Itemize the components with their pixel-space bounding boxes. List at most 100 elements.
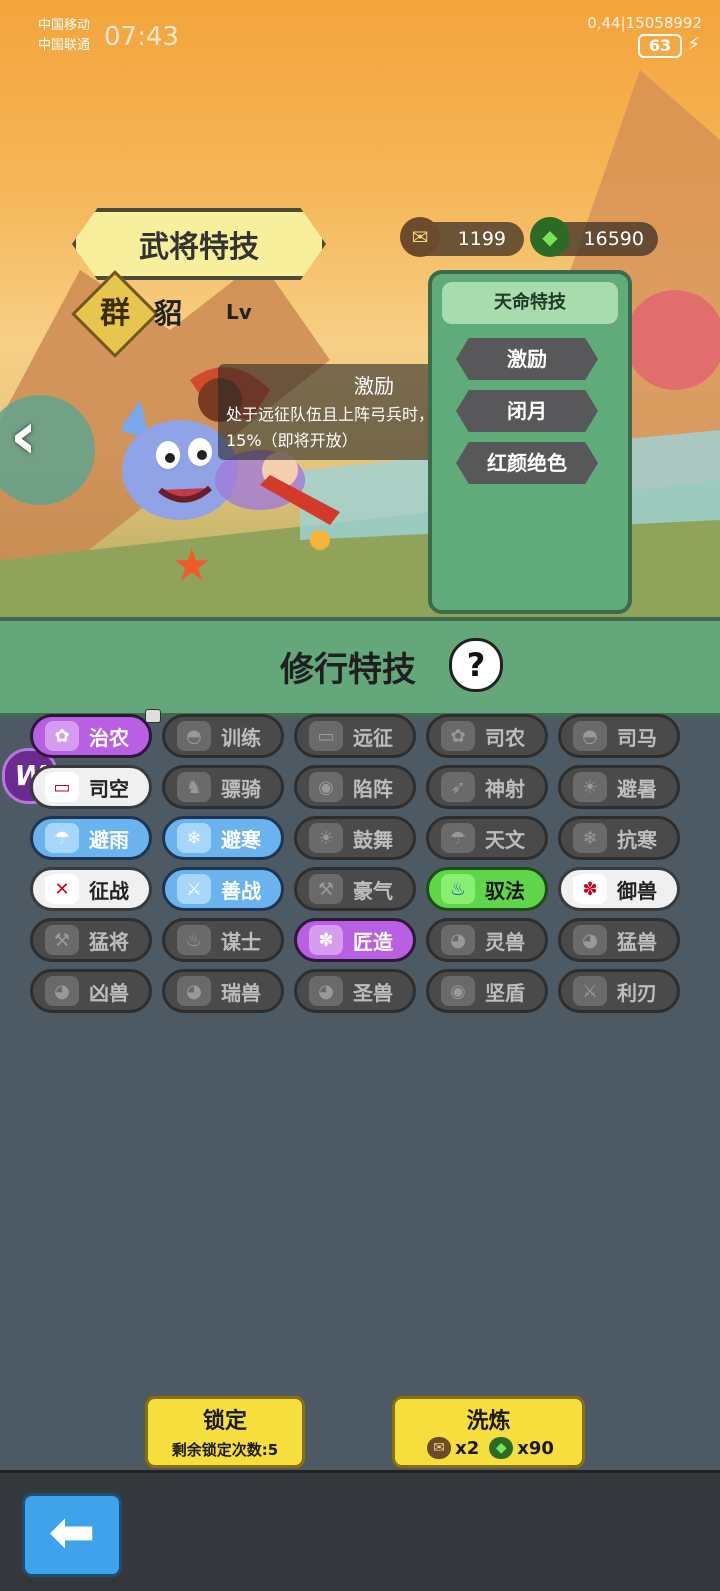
skill-26[interactable]: ◕ 凶兽	[30, 969, 152, 1013]
skill-19[interactable]: ♨ 驭法	[426, 867, 548, 911]
skill-label: 谋士	[221, 929, 261, 954]
skill-17[interactable]: ⚔ 善战	[162, 867, 284, 911]
wheat-icon: ✿	[441, 721, 475, 751]
skill-20[interactable]: ✽ 御兽	[558, 867, 680, 911]
skill-24[interactable]: ◕ 灵兽	[426, 918, 548, 962]
ticket-icon: ✉	[427, 1437, 452, 1459]
skill-29[interactable]: ◉ 坚盾	[426, 969, 548, 1013]
refine-button[interactable]: 洗炼 ✉ x2 ◆ x90	[392, 1396, 585, 1468]
shield-icon: ◉	[441, 976, 475, 1006]
skill-label: 凶兽	[89, 980, 129, 1005]
helmet-icon: ◓	[177, 721, 211, 751]
cat-icon: ◕	[441, 925, 475, 955]
skill-label: 善战	[221, 878, 261, 903]
skill-1[interactable]: ✿ 治农	[30, 709, 161, 758]
skill-label: 瑞兽	[221, 980, 261, 1005]
sun-icon: ☀	[573, 772, 607, 802]
snow-icon: ❄	[177, 823, 211, 853]
skill-14[interactable]: ☂ 天文	[426, 816, 548, 860]
network-speed: 0,44|15058992	[587, 14, 702, 32]
wood-icon: ▭	[309, 721, 343, 751]
skill-7[interactable]: ♞ 骠骑	[162, 765, 284, 809]
skill-30[interactable]: ⚔ 利刃	[558, 969, 680, 1013]
wheat-icon: ✿	[45, 721, 79, 751]
back-button[interactable]: ⬅	[22, 1493, 122, 1577]
skill-6[interactable]: ▭ 司空	[30, 765, 152, 809]
skill-label: 圣兽	[353, 980, 393, 1005]
fate-skill-3[interactable]: 红颜绝色	[456, 442, 598, 484]
faction-label: 群	[100, 296, 130, 331]
skill-label: 灵兽	[485, 929, 525, 954]
cat-icon: ◕	[45, 976, 79, 1006]
axe-icon: ⚒	[309, 874, 343, 904]
skill-10[interactable]: ☀ 避暑	[558, 765, 680, 809]
skill-16[interactable]: ✕ 征战	[30, 867, 152, 911]
refine-cost-1: x2	[455, 1437, 480, 1459]
lock-icon	[145, 709, 161, 723]
skill-label: 匠造	[353, 929, 393, 954]
skill-label: 御兽	[617, 878, 657, 903]
help-icon[interactable]: ?	[449, 638, 503, 692]
training-title: 修行特技	[280, 650, 416, 690]
skill-25[interactable]: ◕ 猛兽	[558, 918, 680, 962]
skill-2[interactable]: ◓ 训练	[162, 714, 284, 758]
skill-label: 抗寒	[617, 827, 657, 852]
cat-icon: ◕	[573, 925, 607, 955]
skill-21[interactable]: ⚒ 猛将	[30, 918, 152, 962]
skill-27[interactable]: ◕ 瑞兽	[162, 969, 284, 1013]
skill-13[interactable]: ☀ 鼓舞	[294, 816, 416, 860]
snow-icon: ❄	[573, 823, 607, 853]
fate-panel-title: 天命特技	[442, 282, 618, 324]
skill-23[interactable]: ✽ 匠造	[294, 918, 416, 962]
skill-label: 坚盾	[485, 980, 525, 1005]
skill-label: 陷阵	[353, 776, 393, 801]
star-icon: ★	[172, 540, 212, 591]
cat-icon: ◕	[177, 976, 211, 1006]
battery-icon: 63	[638, 34, 682, 58]
sword-icon: ⚔	[177, 874, 211, 904]
refine-button-label: 洗炼	[466, 1409, 511, 1434]
skill-18[interactable]: ⚒ 豪气	[294, 867, 416, 911]
skill-label: 训练	[221, 725, 261, 750]
hero-level: Lv	[226, 300, 252, 324]
carrier-1: 中国移动	[38, 18, 91, 33]
skill-label: 猛将	[89, 929, 129, 954]
previous-hero-arrow-icon[interactable]: ‹	[10, 402, 54, 470]
lock-button-label: 锁定	[202, 1409, 247, 1434]
skill-label: 神射	[485, 776, 525, 801]
currency-1-counter: ✉ 1199	[400, 217, 524, 257]
skill-9[interactable]: ➶ 神射	[426, 765, 548, 809]
fate-skill-2[interactable]: 闭月	[456, 390, 598, 432]
skill-8[interactable]: ◉ 陷阵	[294, 765, 416, 809]
skill-22[interactable]: ♨ 谋士	[162, 918, 284, 962]
skill-label: 治农	[89, 725, 129, 750]
skill-label: 豪气	[353, 878, 393, 903]
skill-label: 天文	[485, 827, 525, 852]
skill-label: 鼓舞	[353, 827, 393, 852]
skill-label: 司农	[485, 725, 525, 750]
fate-skill-panel: 天命特技 激励 闭月 红颜绝色	[428, 270, 632, 614]
currency-2-counter: ◆ 16590	[530, 217, 658, 257]
jade-icon: ◆	[530, 217, 570, 257]
horse-icon: ♞	[177, 772, 211, 802]
refine-cost: ✉ x2 ◆ x90	[395, 1437, 582, 1459]
status-bar: 中国移动 中国联通 07:43 0,44|15058992 63 ⚡	[0, 10, 720, 58]
paw-icon: ✽	[573, 874, 607, 904]
skill-5[interactable]: ◓ 司马	[558, 714, 680, 758]
skill-4[interactable]: ✿ 司农	[426, 714, 548, 758]
skill-11[interactable]: ☂ 避雨	[30, 816, 152, 860]
skill-15[interactable]: ❄ 抗寒	[558, 816, 680, 860]
lock-button[interactable]: 锁定 剩余锁定次数:5	[145, 1396, 305, 1468]
skill-28[interactable]: ◕ 圣兽	[294, 969, 416, 1013]
skill-label: 骠骑	[221, 776, 261, 801]
carrier-2: 中国联通	[38, 38, 91, 53]
skill-label: 猛兽	[617, 929, 657, 954]
shield-icon: ◉	[309, 772, 343, 802]
skill-3[interactable]: ▭ 远征	[294, 714, 416, 758]
cat-icon: ◕	[309, 976, 343, 1006]
currency-2-value: 16590	[583, 228, 644, 250]
skill-12[interactable]: ❄ 避寒	[162, 816, 284, 860]
refine-cost-2: x90	[517, 1437, 554, 1459]
fate-skill-1[interactable]: 激励	[456, 338, 598, 380]
flame-icon: ♨	[441, 874, 475, 904]
